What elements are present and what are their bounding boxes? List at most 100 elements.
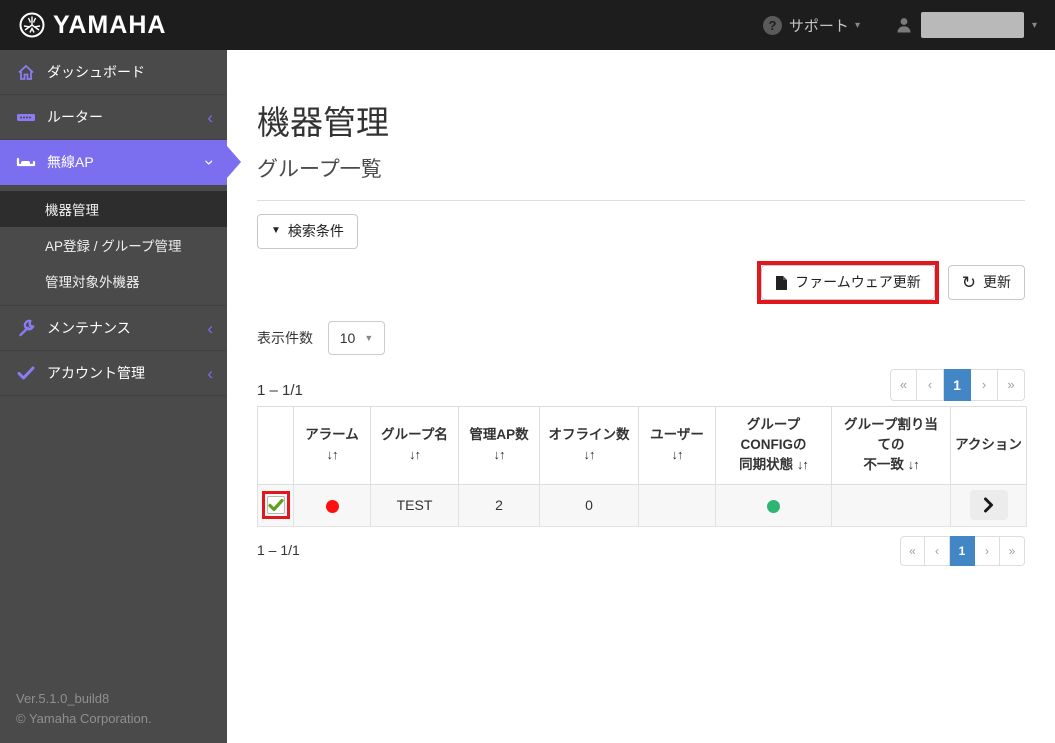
- column-header-offline-count[interactable]: オフライン数 ↓↑: [539, 405, 639, 485]
- user-menu[interactable]: ▾: [894, 12, 1037, 38]
- sidebar-subitem-label: 機器管理: [45, 203, 99, 218]
- column-header-group-name[interactable]: グループ名 ↓↑: [370, 405, 459, 485]
- sort-icon[interactable]: ↓↑: [672, 447, 684, 462]
- column-header-managed-ap-count[interactable]: 管理AP数 ↓↑: [458, 405, 540, 485]
- search-conditions-button[interactable]: ▼ 検索条件: [257, 214, 358, 249]
- top-bar: YAMAHA ? サポート ▾ ▾: [0, 0, 1055, 50]
- page-size-value: 10: [339, 329, 356, 346]
- cell-action: [950, 483, 1027, 527]
- chevron-left-icon: ‹: [207, 107, 213, 127]
- sort-icon[interactable]: ↓↑: [797, 457, 809, 472]
- chevron-left-icon: ‹: [207, 363, 213, 383]
- column-header-alarm[interactable]: アラーム ↓↑: [293, 405, 371, 485]
- sidebar: ダッシュボード ルーター ‹ 無線AP › 機器管理 AP登録 / グループ管理…: [0, 50, 227, 743]
- yamaha-tuning-fork-icon: [18, 11, 46, 39]
- pagination-first-button[interactable]: «: [890, 368, 917, 401]
- checkmark-icon: [267, 498, 284, 511]
- sidebar-item-account-management[interactable]: アカウント管理 ‹: [0, 351, 227, 396]
- cell-managed-ap-count: 2: [458, 483, 540, 527]
- firmware-update-button[interactable]: ファームウェア更新: [761, 265, 935, 301]
- sidebar-item-wireless-ap[interactable]: 無線AP ›: [0, 140, 227, 185]
- sidebar-item-maintenance[interactable]: メンテナンス ‹: [0, 306, 227, 351]
- chevron-down-icon: ▾: [854, 19, 860, 31]
- divider: [257, 200, 1025, 201]
- pagination-first-button[interactable]: «: [900, 535, 925, 566]
- result-range-text: 1 – 1/1: [257, 381, 303, 399]
- wireless-ap-submenu: 機器管理 AP登録 / グループ管理 管理対象外機器: [0, 185, 227, 306]
- sort-icon[interactable]: ↓↑: [494, 447, 506, 462]
- page-size-select[interactable]: 10 ▼: [328, 320, 385, 355]
- file-icon: [775, 275, 788, 291]
- pagination-page-1-button[interactable]: 1: [950, 535, 975, 566]
- wrench-icon: [14, 319, 38, 337]
- page-title: 機器管理: [257, 104, 389, 141]
- refresh-icon: ↻: [961, 273, 976, 293]
- refresh-label: 更新: [983, 274, 1011, 291]
- main-content: 機器管理 グループ一覧 ▼ 検索条件 ファームウェア更新 ↻ 更新 表示件数 1…: [227, 50, 1055, 743]
- sidebar-subitem-unmanaged-devices[interactable]: 管理対象外機器: [0, 263, 227, 299]
- cell-offline-count: 0: [539, 483, 639, 527]
- sidebar-item-label: メンテナンス: [47, 320, 131, 336]
- support-label: サポート: [788, 17, 849, 35]
- page-subtitle: グループ一覧: [257, 158, 382, 181]
- sidebar-footer: Ver.5.1.0_build8 © Yamaha Corporation.: [0, 679, 227, 743]
- access-point-icon: [14, 155, 38, 169]
- sidebar-subitem-device-management[interactable]: 機器管理: [0, 191, 227, 227]
- sort-icon[interactable]: ↓↑: [908, 457, 920, 472]
- user-name-redacted: [920, 12, 1024, 38]
- sidebar-item-label: ダッシュボード: [47, 64, 145, 80]
- column-header-config-sync[interactable]: グループ CONFIGの 同期状態 ↓↑: [715, 405, 832, 485]
- sidebar-item-dashboard[interactable]: ダッシュボード: [0, 50, 227, 95]
- page-size-label: 表示件数: [257, 329, 313, 346]
- annotation-box-firmware: ファームウェア更新: [757, 261, 939, 305]
- pagination-top: « ‹ 1 › »: [890, 368, 1025, 401]
- support-menu[interactable]: ? サポート ▾: [762, 15, 860, 36]
- column-header-user[interactable]: ユーザー ↓↑: [638, 405, 716, 485]
- firmware-update-label: ファームウェア更新: [795, 274, 921, 291]
- sidebar-subitem-ap-registration-group[interactable]: AP登録 / グループ管理: [0, 227, 227, 263]
- chevron-down-icon: ›: [200, 159, 220, 165]
- sidebar-item-router[interactable]: ルーター ‹: [0, 95, 227, 140]
- chevron-down-icon: ▼: [364, 332, 374, 343]
- pagination-bottom: « ‹ 1 › »: [900, 535, 1025, 566]
- sidebar-subitem-label: AP登録 / グループ管理: [45, 239, 182, 254]
- result-range-text-bottom: 1 – 1/1: [257, 541, 300, 558]
- cell-select: [257, 483, 294, 527]
- chevron-right-icon: [984, 497, 993, 513]
- chevron-left-icon: ‹: [207, 318, 213, 338]
- table-header-row: アラーム ↓↑ グループ名 ↓↑ 管理AP数 ↓↑ オフライン数 ↓↑ ユーザー…: [257, 405, 1027, 485]
- row-action-button[interactable]: [969, 490, 1008, 521]
- router-icon: [14, 110, 38, 124]
- sidebar-subitem-label: 管理対象外機器: [45, 275, 140, 290]
- cell-assignment-mismatch: [831, 483, 951, 527]
- alarm-red-dot: [325, 499, 339, 513]
- help-icon: ?: [762, 15, 782, 35]
- user-icon: [894, 15, 914, 35]
- sidebar-item-label: アカウント管理: [47, 365, 145, 381]
- sort-icon[interactable]: ↓↑: [327, 447, 339, 462]
- pagination-last-button[interactable]: »: [1000, 535, 1025, 566]
- column-header-assignment-mismatch[interactable]: グループ割り当 ての 不一致 ↓↑: [831, 405, 951, 485]
- refresh-button[interactable]: ↻ 更新: [947, 265, 1025, 301]
- search-conditions-label: 検索条件: [287, 223, 344, 239]
- sidebar-item-label: ルーター: [47, 109, 103, 125]
- pagination-next-button[interactable]: ›: [975, 535, 1000, 566]
- pagination-next-button[interactable]: ›: [971, 368, 998, 401]
- annotation-box-checkbox: [261, 491, 290, 520]
- group-list-table: アラーム ↓↑ グループ名 ↓↑ 管理AP数 ↓↑ オフライン数 ↓↑ ユーザー…: [257, 405, 1027, 527]
- version-text: Ver.5.1.0_build8: [16, 690, 110, 706]
- row-checkbox[interactable]: [266, 496, 285, 515]
- table-row: TEST 2 0: [257, 483, 1027, 527]
- sidebar-item-label: 無線AP: [47, 154, 94, 170]
- pagination-page-1-button[interactable]: 1: [944, 368, 971, 401]
- sort-icon[interactable]: ↓↑: [409, 447, 421, 462]
- pagination-last-button[interactable]: »: [998, 368, 1025, 401]
- chevron-down-icon: ▼: [271, 225, 281, 237]
- cell-alarm: [293, 483, 371, 527]
- brand-name: YAMAHA: [53, 10, 167, 39]
- pagination-prev-button[interactable]: ‹: [925, 535, 950, 566]
- pagination-prev-button[interactable]: ‹: [917, 368, 944, 401]
- sort-icon[interactable]: ↓↑: [584, 447, 596, 462]
- column-header-action: アクション: [950, 405, 1027, 485]
- check-icon: [14, 366, 38, 380]
